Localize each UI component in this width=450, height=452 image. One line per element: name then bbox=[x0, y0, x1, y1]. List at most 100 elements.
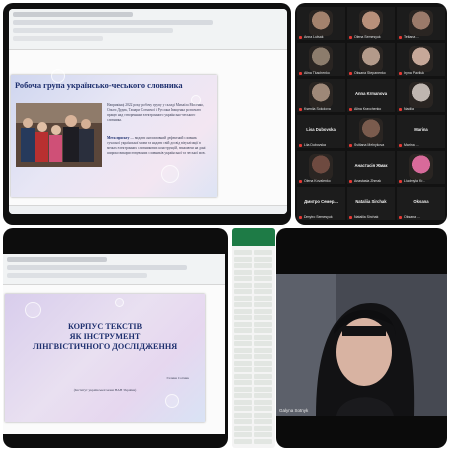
menu-bar[interactable] bbox=[7, 257, 107, 262]
spreadsheet-cell[interactable] bbox=[254, 412, 272, 418]
spreadsheet-cell[interactable] bbox=[234, 393, 252, 398]
spreadsheet-cell[interactable] bbox=[254, 406, 272, 411]
toolbar-row[interactable] bbox=[7, 273, 147, 278]
slide-paragraph-2: Мета проєкту — видати англомовний дефект… bbox=[107, 136, 209, 156]
spreadsheet-cell[interactable] bbox=[254, 399, 272, 405]
spreadsheet-cell[interactable] bbox=[254, 341, 272, 346]
toolbar-row[interactable] bbox=[13, 28, 173, 33]
spreadsheet-cell[interactable] bbox=[234, 282, 252, 288]
spreadsheet-cell[interactable] bbox=[254, 425, 272, 431]
participant-tile[interactable]: Marina Marina ... bbox=[397, 115, 445, 148]
spreadsheet-cell[interactable] bbox=[234, 341, 252, 346]
slide-affiliation: (Інститут української мови НАН України) bbox=[73, 388, 137, 392]
participant-tile[interactable]: Анастасія Жмак Anastasia Zhmak bbox=[347, 151, 395, 184]
spreadsheet-cell[interactable] bbox=[234, 399, 252, 405]
spreadsheet-cell[interactable] bbox=[234, 360, 252, 366]
spreadsheet-cell[interactable] bbox=[254, 295, 272, 301]
presentation-screenshot-bottom: КОРПУС ТЕКСТІВ ЯК ІНСТРУМЕНТ ЛІНГВІСТИЧН… bbox=[3, 228, 228, 448]
spreadsheet-cell[interactable] bbox=[254, 386, 272, 392]
speaker-name: Galyna Sotnyk bbox=[279, 408, 309, 413]
participant-tile[interactable]: Oksana Stepanenko bbox=[347, 43, 395, 76]
spreadsheet-cell[interactable] bbox=[234, 354, 252, 359]
participant-tile[interactable]: Anna Lutsak bbox=[297, 7, 345, 40]
spreadsheet-cell[interactable] bbox=[234, 380, 252, 385]
spreadsheet-cell[interactable] bbox=[254, 438, 272, 444]
spreadsheet-cell[interactable] bbox=[254, 347, 272, 353]
participant-tile[interactable]: Tetiana ... bbox=[397, 7, 445, 40]
participant-tile[interactable]: Дмитро Семер... Dmytro Semesyuk bbox=[297, 187, 345, 220]
spreadsheet-cell[interactable] bbox=[234, 328, 252, 333]
participant-tile[interactable]: Svitlana Melnykova bbox=[347, 115, 395, 148]
spreadsheet-cell[interactable] bbox=[234, 438, 252, 444]
participant-tile[interactable]: Nataliia Sirchak Nataliia Sirchak bbox=[347, 187, 395, 220]
spreadsheet-cell[interactable] bbox=[234, 269, 252, 275]
spreadsheet-cell[interactable] bbox=[234, 308, 252, 314]
spreadsheet-cell[interactable] bbox=[254, 321, 272, 327]
spreadsheet-cell[interactable] bbox=[234, 432, 252, 437]
spreadsheet-cell[interactable] bbox=[234, 334, 252, 340]
spreadsheet-cell[interactable] bbox=[254, 256, 272, 262]
menu-bar[interactable] bbox=[13, 12, 133, 17]
mic-muted-icon bbox=[299, 216, 302, 219]
spreadsheet-cell[interactable] bbox=[234, 347, 252, 353]
spreadsheet-cell[interactable] bbox=[254, 328, 272, 333]
spreadsheet-cell[interactable] bbox=[234, 302, 252, 307]
spreadsheet-cell[interactable] bbox=[234, 406, 252, 411]
mic-muted-icon bbox=[399, 216, 402, 219]
spreadsheet-cell[interactable] bbox=[254, 282, 272, 288]
participant-tile[interactable]: Alina Tkachenko bbox=[297, 43, 345, 76]
spreadsheet-cell[interactable] bbox=[254, 263, 272, 268]
spreadsheet-cell[interactable] bbox=[234, 425, 252, 431]
spreadsheet-cell[interactable] bbox=[254, 354, 272, 359]
spreadsheet-cell[interactable] bbox=[254, 380, 272, 385]
spreadsheet-cell[interactable] bbox=[234, 289, 252, 294]
editor-toolbar-2 bbox=[3, 254, 225, 285]
toolbar-row[interactable] bbox=[7, 265, 187, 270]
spreadsheet-cell[interactable] bbox=[234, 321, 252, 327]
mic-muted-icon bbox=[299, 108, 302, 111]
spreadsheet-cell[interactable] bbox=[254, 393, 272, 398]
spreadsheet-cell[interactable] bbox=[254, 315, 272, 320]
spreadsheet-cell[interactable] bbox=[234, 412, 252, 418]
participant-tile[interactable]: Olena Semesyuk bbox=[347, 7, 395, 40]
participant-video bbox=[359, 10, 383, 36]
participant-tile[interactable]: Anna Krmanova Alina Kravchenko bbox=[347, 79, 395, 112]
participant-tile[interactable]: Liudmyla Kr... bbox=[397, 151, 445, 184]
participant-name: Oksana ... bbox=[404, 215, 420, 219]
presentation-screenshot-top: Робоча група українсько-чеського словник… bbox=[3, 3, 291, 225]
mic-muted-icon bbox=[399, 180, 402, 183]
spreadsheet-cell[interactable] bbox=[254, 360, 272, 366]
spreadsheet-cell[interactable] bbox=[254, 308, 272, 314]
spreadsheet-cell[interactable] bbox=[254, 334, 272, 340]
spreadsheet-cell[interactable] bbox=[234, 315, 252, 320]
spreadsheet-cell[interactable] bbox=[254, 269, 272, 275]
spreadsheet-cell[interactable] bbox=[234, 295, 252, 301]
spreadsheet-cell[interactable] bbox=[254, 373, 272, 379]
participant-tile[interactable]: Nadiia bbox=[397, 79, 445, 112]
mic-muted-icon bbox=[399, 36, 402, 39]
spreadsheet-cell[interactable] bbox=[234, 276, 252, 281]
spreadsheet-cell[interactable] bbox=[254, 367, 272, 372]
spreadsheet-cell[interactable] bbox=[254, 250, 272, 255]
spreadsheet-cell[interactable] bbox=[254, 289, 272, 294]
spreadsheet-cell[interactable] bbox=[254, 302, 272, 307]
spreadsheet-cell[interactable] bbox=[254, 432, 272, 437]
toolbar-row[interactable] bbox=[13, 36, 103, 41]
decor-bubble bbox=[115, 298, 124, 307]
participant-tile[interactable]: Olena Kovalenko bbox=[297, 151, 345, 184]
spreadsheet-cell[interactable] bbox=[234, 373, 252, 379]
spreadsheet-cell[interactable] bbox=[234, 263, 252, 268]
spreadsheet-cell[interactable] bbox=[234, 386, 252, 392]
spreadsheet-cell[interactable] bbox=[254, 276, 272, 281]
participant-tile[interactable]: Kseniia Sokolova bbox=[297, 79, 345, 112]
spreadsheet-cell[interactable] bbox=[254, 419, 272, 424]
spreadsheet-cell[interactable] bbox=[234, 419, 252, 424]
participant-tile[interactable]: Iryna Pavliuk bbox=[397, 43, 445, 76]
spreadsheet-cell[interactable] bbox=[234, 367, 252, 372]
spreadsheet-cell[interactable] bbox=[234, 250, 252, 255]
participant-tile[interactable]: Oksana Oksana ... bbox=[397, 187, 445, 220]
toolbar-row[interactable] bbox=[13, 20, 213, 25]
participant-tile[interactable]: Lisa Dubovska Liia Dubovska bbox=[297, 115, 345, 148]
spreadsheet-cell[interactable] bbox=[234, 256, 252, 262]
participant-name: Anna Lutsak bbox=[304, 35, 324, 39]
